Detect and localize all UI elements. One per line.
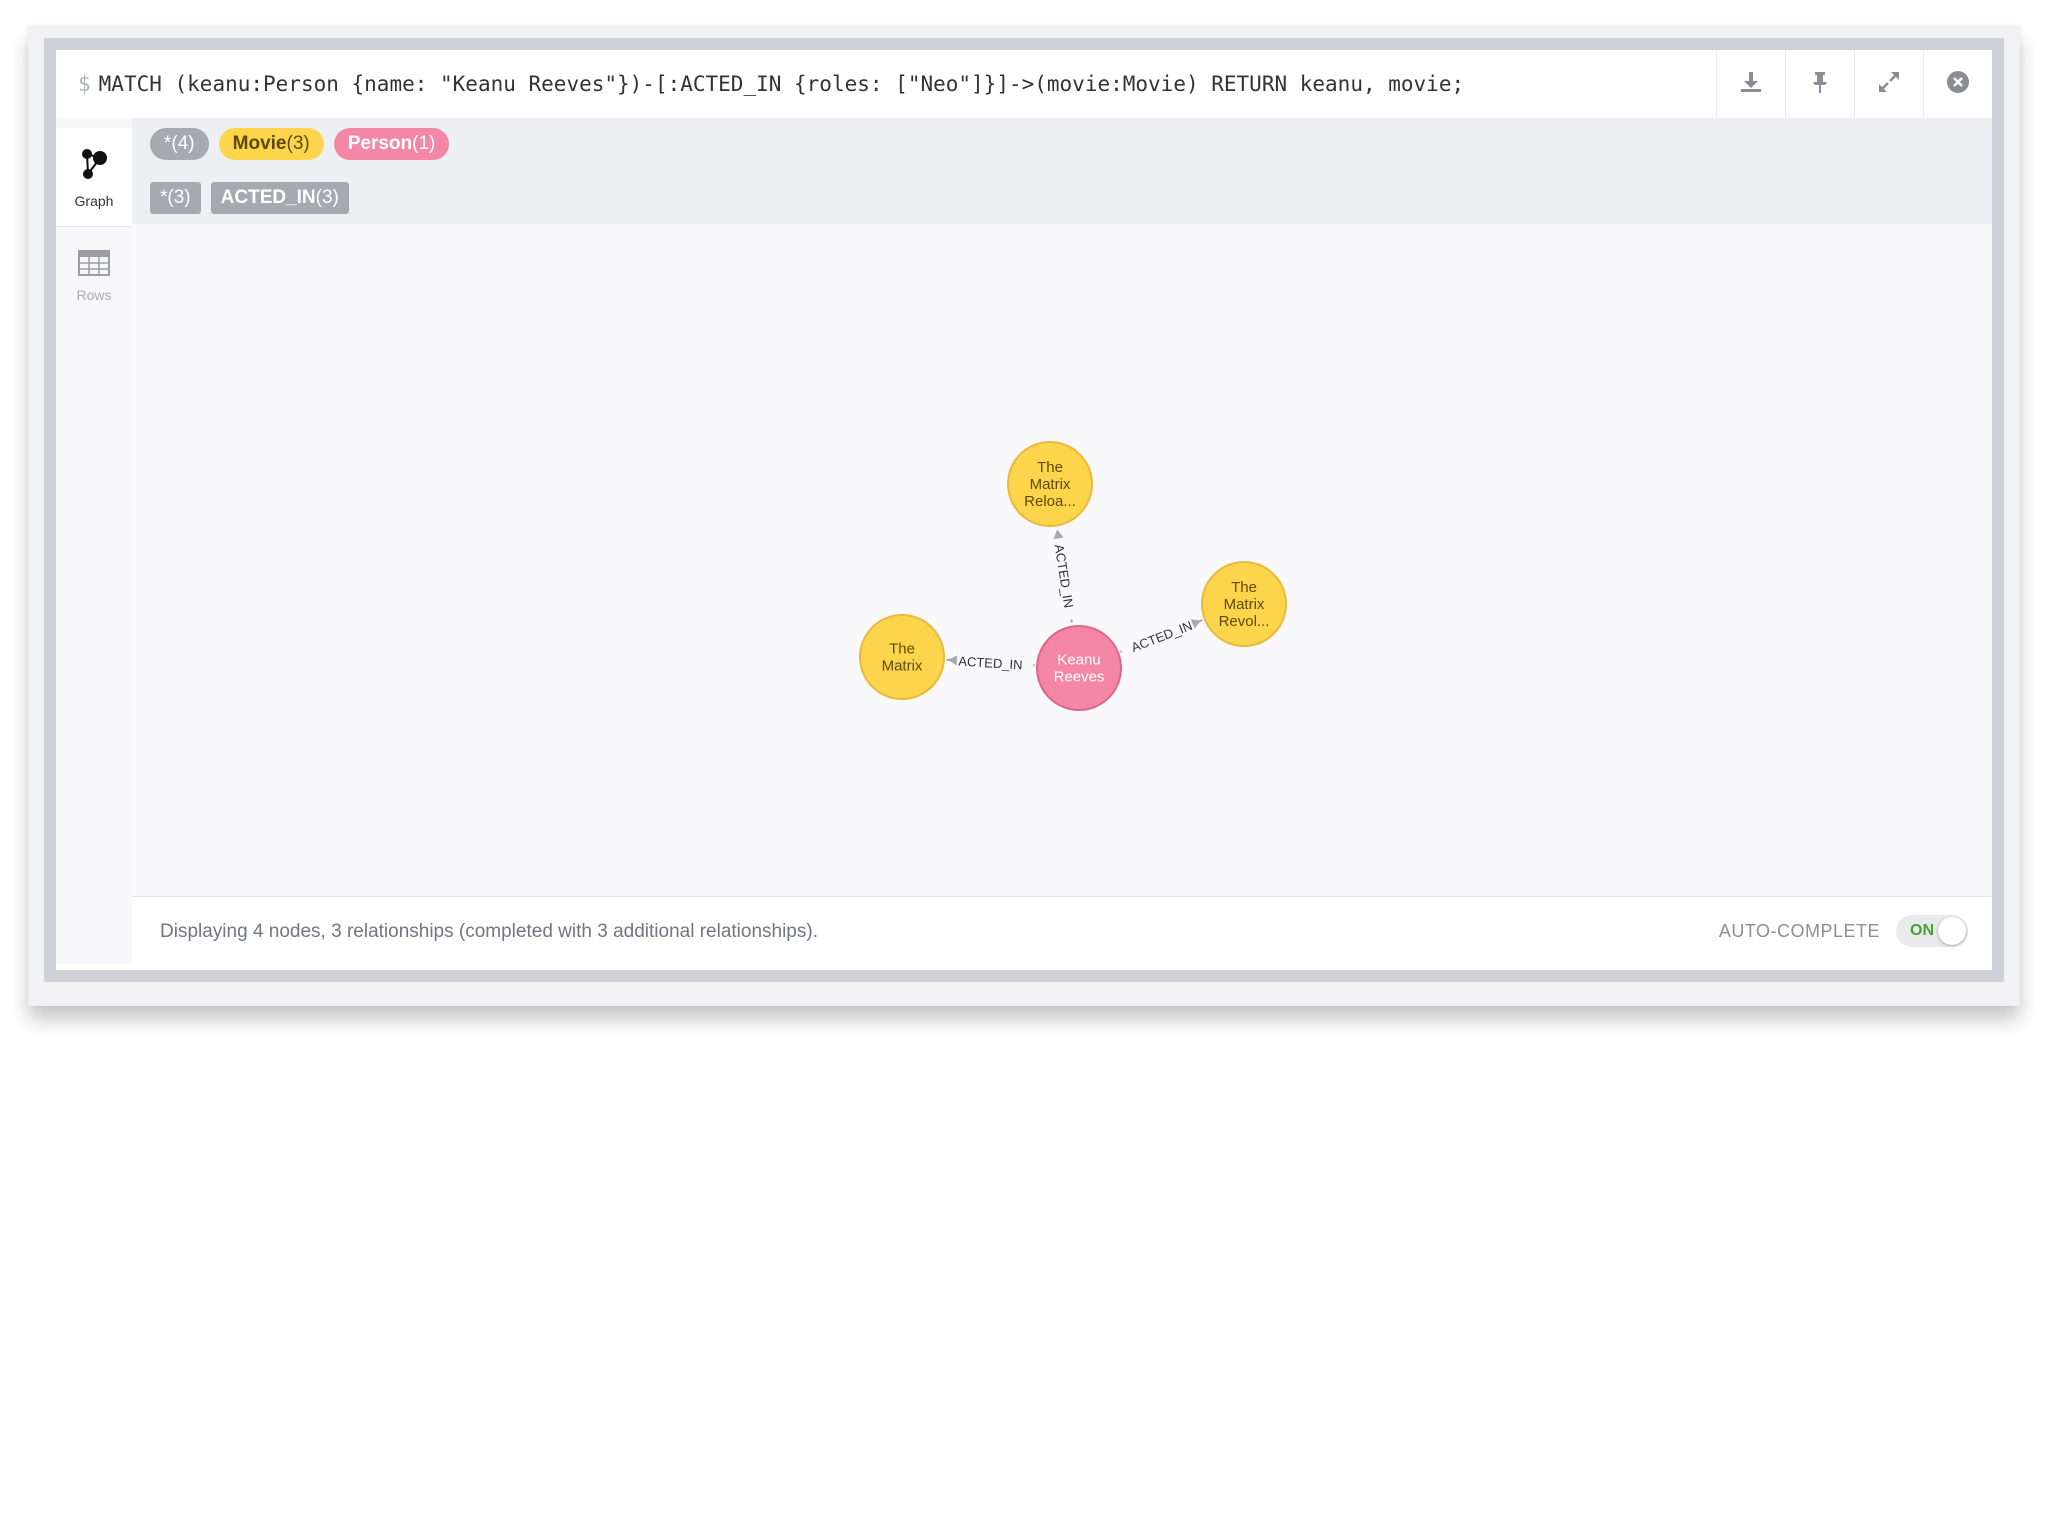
query-text: MATCH (keanu:Person {name: "Keanu Reeves… [98, 72, 1465, 96]
status-text: Displaying 4 nodes, 3 relationships (com… [160, 921, 818, 942]
download-icon [1738, 69, 1764, 100]
relationship-revolutions[interactable]: ACTED_IN [1120, 618, 1203, 655]
pin-icon [1807, 69, 1833, 100]
toggle-knob [1938, 917, 1966, 945]
relationship-label: ACTED_IN [1052, 543, 1077, 609]
tag-name: * [160, 187, 168, 208]
table-icon [77, 248, 111, 283]
tag-count: (3) [315, 187, 339, 208]
node-revolutions[interactable]: TheMatrixRevol... [1201, 561, 1287, 647]
node-labels-row: * (4) Movie (3) Person (1) [150, 128, 450, 160]
node-caption: Reeves [1054, 669, 1105, 686]
node-caption: The [889, 641, 915, 658]
autocomplete-label: AUTO-COMPLETE [1718, 921, 1880, 941]
query-bar: $ MATCH (keanu:Person {name: "Keanu Reeve… [56, 50, 1992, 119]
fullscreen-button[interactable] [1854, 50, 1923, 118]
tag-name: ACTED_IN [220, 187, 316, 208]
tag-count: (3) [167, 187, 191, 208]
arrowhead-icon [1053, 529, 1064, 540]
pill-count: (4) [171, 133, 195, 154]
close-button[interactable] [1923, 50, 1992, 118]
tab-graph-label: Graph [74, 192, 114, 209]
expand-icon [1876, 69, 1902, 100]
query-editor[interactable]: $ MATCH (keanu:Person {name: "Keanu Reeve… [78, 72, 1464, 96]
relationship-types-row: * (3) ACTED_IN (3) [150, 182, 349, 214]
node-reloaded[interactable]: TheMatrixReloa... [1007, 441, 1093, 527]
node-matrix[interactable]: TheMatrix [859, 614, 945, 700]
node-caption: Matrix [1030, 476, 1071, 493]
relationship-reloaded[interactable]: ACTED_IN [1052, 529, 1077, 623]
rel-tag-acted-in[interactable]: ACTED_IN (3) [210, 182, 349, 214]
relationship-label: ACTED_IN [958, 654, 1023, 673]
status-bar: Displaying 4 nodes, 3 relationships (com… [132, 896, 1992, 965]
graph-canvas[interactable]: ACTED_IN ACTED_IN ACTED_IN Keanu Reeves The Ma… [132, 224, 1992, 896]
view-sidebar: Graph Rows [56, 118, 133, 964]
tab-rows-label: Rows [76, 286, 112, 303]
pill-name: Person [347, 133, 413, 154]
close-icon [1945, 69, 1971, 100]
download-button[interactable] [1716, 50, 1785, 118]
node-caption: Reloa... [1024, 493, 1076, 510]
node-caption: Matrix [882, 658, 923, 675]
node-caption: Keanu [1057, 652, 1100, 669]
pill-count: (1) [412, 133, 436, 154]
query-prompt: $ [78, 72, 91, 96]
node-caption: The [1037, 459, 1063, 476]
pill-name: Movie [232, 133, 287, 154]
relationship-matrix[interactable]: ACTED_IN [946, 654, 1035, 673]
toggle-state: ON [1910, 922, 1934, 939]
pill-count: (3) [286, 133, 310, 154]
graph-svg[interactable]: ACTED_INACTED_INACTED_INKeanuReevesTheMa… [132, 224, 1992, 896]
node-caption: The [1231, 579, 1257, 596]
graph-icon [78, 146, 110, 189]
relationship-line [1120, 650, 1123, 653]
label-pill-movie[interactable]: Movie (3) [218, 128, 324, 160]
pin-button[interactable] [1785, 50, 1854, 118]
node-caption: Matrix [1224, 596, 1265, 613]
rel-tag-all[interactable]: * (3) [150, 182, 201, 214]
tab-graph[interactable]: Graph [56, 128, 132, 227]
label-pill-all[interactable]: * (4) [150, 128, 209, 160]
pill-name: * [164, 133, 172, 154]
frame-actions [1716, 50, 1992, 118]
graph-legend: * (4) Movie (3) Person (1) * (3) ACTED_IN (3) [132, 118, 1992, 225]
tab-rows[interactable]: Rows [56, 226, 132, 324]
node-keanu[interactable]: KeanuReeves [1036, 625, 1122, 711]
relationship-label: ACTED_IN [1129, 618, 1194, 655]
autocomplete-toggle[interactable]: ON [1896, 915, 1968, 947]
label-pill-person[interactable]: Person (1) [333, 128, 450, 160]
node-caption: Revol... [1219, 613, 1270, 630]
arrowhead-icon [947, 655, 958, 666]
